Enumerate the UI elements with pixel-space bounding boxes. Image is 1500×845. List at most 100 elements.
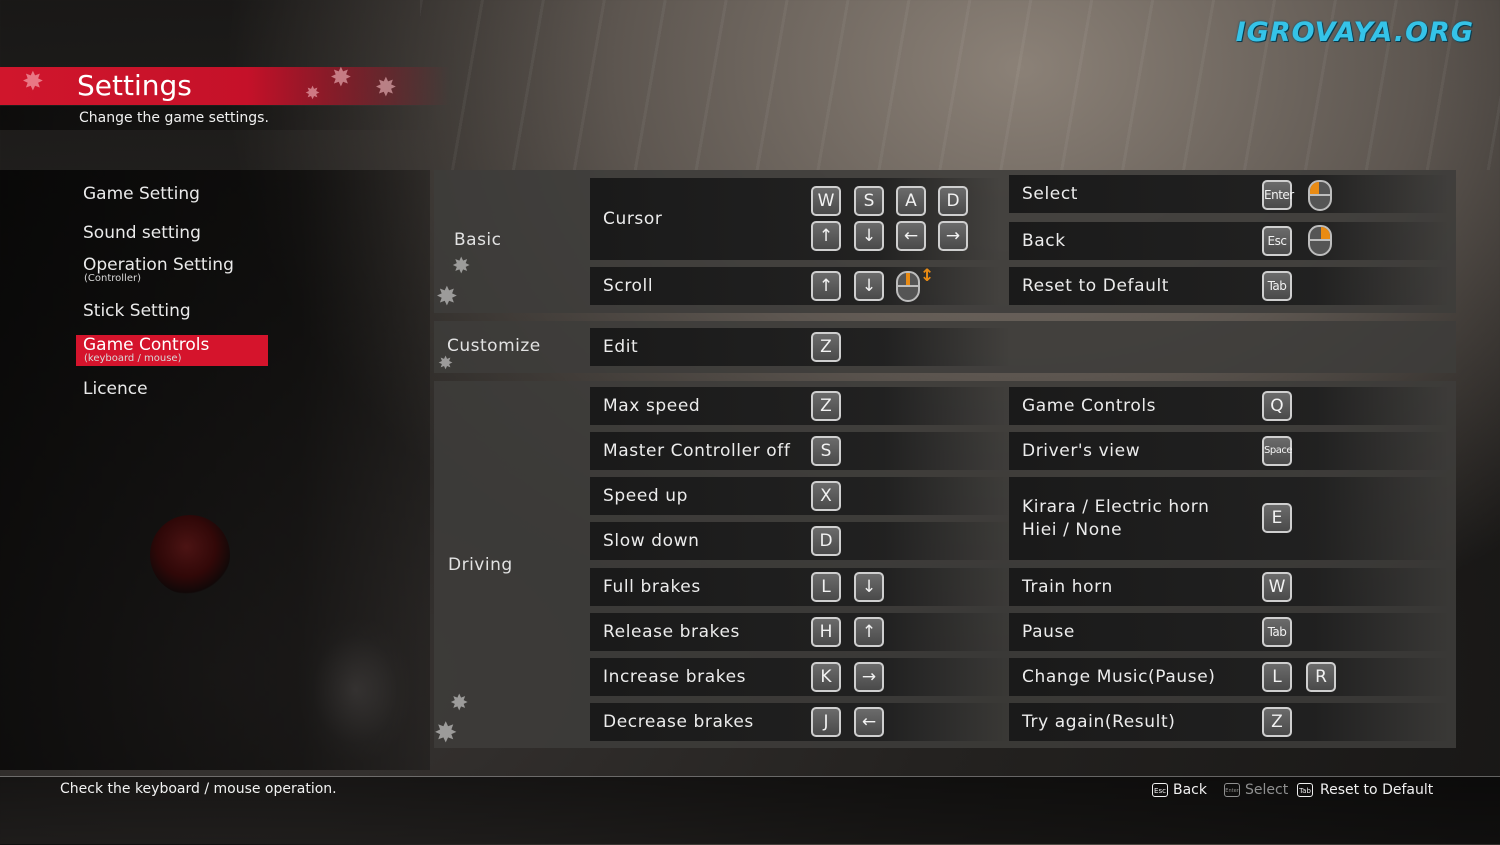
row-slow-down: Slow down D bbox=[590, 522, 1010, 560]
settings-menu: Game Setting Sound setting Operation Set… bbox=[0, 170, 430, 770]
customize-panel: Customize ✸ Edit Z bbox=[434, 321, 1456, 373]
menu-item-label: Game Setting bbox=[83, 184, 200, 204]
watermark-logo: IGROVAYA.ORG bbox=[1235, 17, 1474, 48]
menu-item-game-controls[interactable]: Game Controls (keyboard / mouse) bbox=[76, 335, 268, 366]
row-edit: Edit Z bbox=[590, 328, 1010, 366]
row-label: Release brakes bbox=[603, 622, 740, 642]
row-increase-brakes: Increase brakes K → bbox=[590, 658, 1010, 696]
key-space: Space bbox=[1262, 436, 1292, 466]
title-banner: ✸ ✸ ✸ ✸ bbox=[0, 63, 450, 105]
row-label: Change Music(Pause) bbox=[1022, 667, 1216, 687]
maple-leaf-icon: ✸ bbox=[434, 716, 458, 749]
row-drivers-view: Driver's view Space bbox=[1009, 432, 1449, 470]
row-label: Pause bbox=[1022, 622, 1075, 642]
key-z: Z bbox=[811, 391, 841, 421]
menu-item-label: Stick Setting bbox=[83, 301, 191, 321]
page-subtitle: Change the game settings. bbox=[79, 110, 269, 126]
menu-item-operation-setting[interactable]: Operation Setting (Controller) bbox=[76, 255, 268, 284]
row-label: Back bbox=[1022, 231, 1066, 251]
row-full-brakes: Full brakes L ↓ bbox=[590, 568, 1010, 606]
basic-panel: Basic ✸ ✸ Cursor W S A D ↑ ↓ ← → Scroll … bbox=[434, 170, 1456, 313]
row-label: Speed up bbox=[603, 486, 689, 506]
key-k: K bbox=[811, 662, 841, 692]
mouse-wheel-icon bbox=[896, 271, 920, 302]
footer-back-button[interactable]: Esc Back bbox=[1152, 782, 1207, 798]
key-l: L bbox=[811, 572, 841, 602]
key-arrow-down: ↓ bbox=[854, 271, 884, 301]
key-arrow-left: ← bbox=[896, 221, 926, 251]
page-title: Settings bbox=[77, 69, 192, 102]
section-label-customize: Customize bbox=[447, 336, 541, 356]
row-label: Master Controller off bbox=[603, 441, 791, 461]
footer-select-label: Select bbox=[1245, 782, 1289, 798]
maple-leaf-icon: ✸ bbox=[452, 254, 471, 279]
row-label: Reset to Default bbox=[1022, 276, 1170, 296]
menu-item-licence[interactable]: Licence bbox=[76, 379, 268, 399]
row-max-speed: Max speed Z bbox=[590, 387, 1010, 425]
row-decrease-brakes: Decrease brakes J ← bbox=[590, 703, 1010, 741]
row-release-brakes: Release brakes H ↑ bbox=[590, 613, 1010, 651]
footer-reset-button[interactable]: Tab Reset to Default bbox=[1297, 782, 1433, 798]
row-label: Try again(Result) bbox=[1022, 712, 1176, 732]
key-h: H bbox=[811, 617, 841, 647]
key-s: S bbox=[854, 186, 884, 216]
row-label: Edit bbox=[603, 337, 639, 357]
key-arrow-up: ↑ bbox=[854, 617, 884, 647]
menu-item-stick-setting[interactable]: Stick Setting bbox=[76, 301, 268, 321]
enter-key-icon: Enter bbox=[1224, 783, 1240, 797]
menu-item-label: Operation Setting bbox=[83, 255, 234, 275]
key-arrow-down: ↓ bbox=[854, 221, 884, 251]
scroll-arrow-icon: ↕ bbox=[920, 266, 935, 286]
key-q: Q bbox=[1262, 391, 1292, 421]
key-e: E bbox=[1262, 503, 1292, 533]
key-arrow-up: ↑ bbox=[811, 271, 841, 301]
row-game-controls: Game Controls Q bbox=[1009, 387, 1449, 425]
menu-item-sound-setting[interactable]: Sound setting bbox=[76, 223, 268, 243]
key-s: S bbox=[811, 436, 841, 466]
key-tab: Tab bbox=[1262, 271, 1292, 301]
row-train-horn: Train horn W bbox=[1009, 568, 1449, 606]
row-label: Kirara / Electric horn Hiei / None bbox=[1022, 496, 1209, 542]
row-select: Select Enter bbox=[1009, 175, 1449, 213]
footer-reset-label: Reset to Default bbox=[1320, 782, 1434, 798]
row-label: Full brakes bbox=[603, 577, 701, 597]
key-enter: Enter bbox=[1262, 180, 1294, 210]
footer-select-button[interactable]: Enter Select bbox=[1224, 782, 1288, 798]
row-speed-up: Speed up X bbox=[590, 477, 1010, 515]
maple-leaf-icon: ✸ bbox=[450, 691, 469, 716]
row-label-line1: Kirara / Electric horn bbox=[1022, 496, 1210, 517]
row-label: Slow down bbox=[603, 531, 700, 551]
key-arrow-right: → bbox=[938, 221, 968, 251]
key-arrow-left: ← bbox=[854, 707, 884, 737]
row-label: Scroll bbox=[603, 276, 654, 296]
mouse-left-click-icon bbox=[1308, 180, 1332, 211]
row-label: Driver's view bbox=[1022, 441, 1141, 461]
maple-leaf-icon: ✸ bbox=[375, 73, 397, 103]
key-arrow-up: ↑ bbox=[811, 221, 841, 251]
footer-back-label: Back bbox=[1173, 782, 1207, 798]
row-kirara-horn: Kirara / Electric horn Hiei / None E bbox=[1009, 477, 1449, 560]
menu-item-sublabel: (keyboard / mouse) bbox=[84, 353, 182, 364]
row-label: Increase brakes bbox=[603, 667, 747, 687]
key-d: D bbox=[938, 186, 968, 216]
maple-leaf-icon: ✸ bbox=[330, 63, 352, 93]
key-arrow-down: ↓ bbox=[854, 572, 884, 602]
row-label: Cursor bbox=[603, 209, 663, 229]
key-arrow-right: → bbox=[854, 662, 884, 692]
key-esc: Esc bbox=[1262, 226, 1292, 256]
esc-key-icon: Esc bbox=[1152, 783, 1168, 797]
row-change-music: Change Music(Pause) L R bbox=[1009, 658, 1449, 696]
row-label: Game Controls bbox=[1022, 396, 1157, 416]
menu-item-game-setting[interactable]: Game Setting bbox=[76, 184, 268, 204]
tab-key-icon: Tab bbox=[1297, 783, 1313, 797]
row-label: Select bbox=[1022, 184, 1079, 204]
key-w: W bbox=[811, 186, 841, 216]
row-master-controller-off: Master Controller off S bbox=[590, 432, 1010, 470]
key-z: Z bbox=[811, 332, 841, 362]
row-label: Decrease brakes bbox=[603, 712, 754, 732]
row-reset-to-default: Reset to Default Tab bbox=[1009, 267, 1449, 305]
key-r: R bbox=[1306, 662, 1336, 692]
row-label-line2: Hiei / None bbox=[1022, 519, 1123, 540]
section-label-basic: Basic bbox=[454, 230, 502, 250]
maple-leaf-icon: ✸ bbox=[22, 67, 44, 97]
